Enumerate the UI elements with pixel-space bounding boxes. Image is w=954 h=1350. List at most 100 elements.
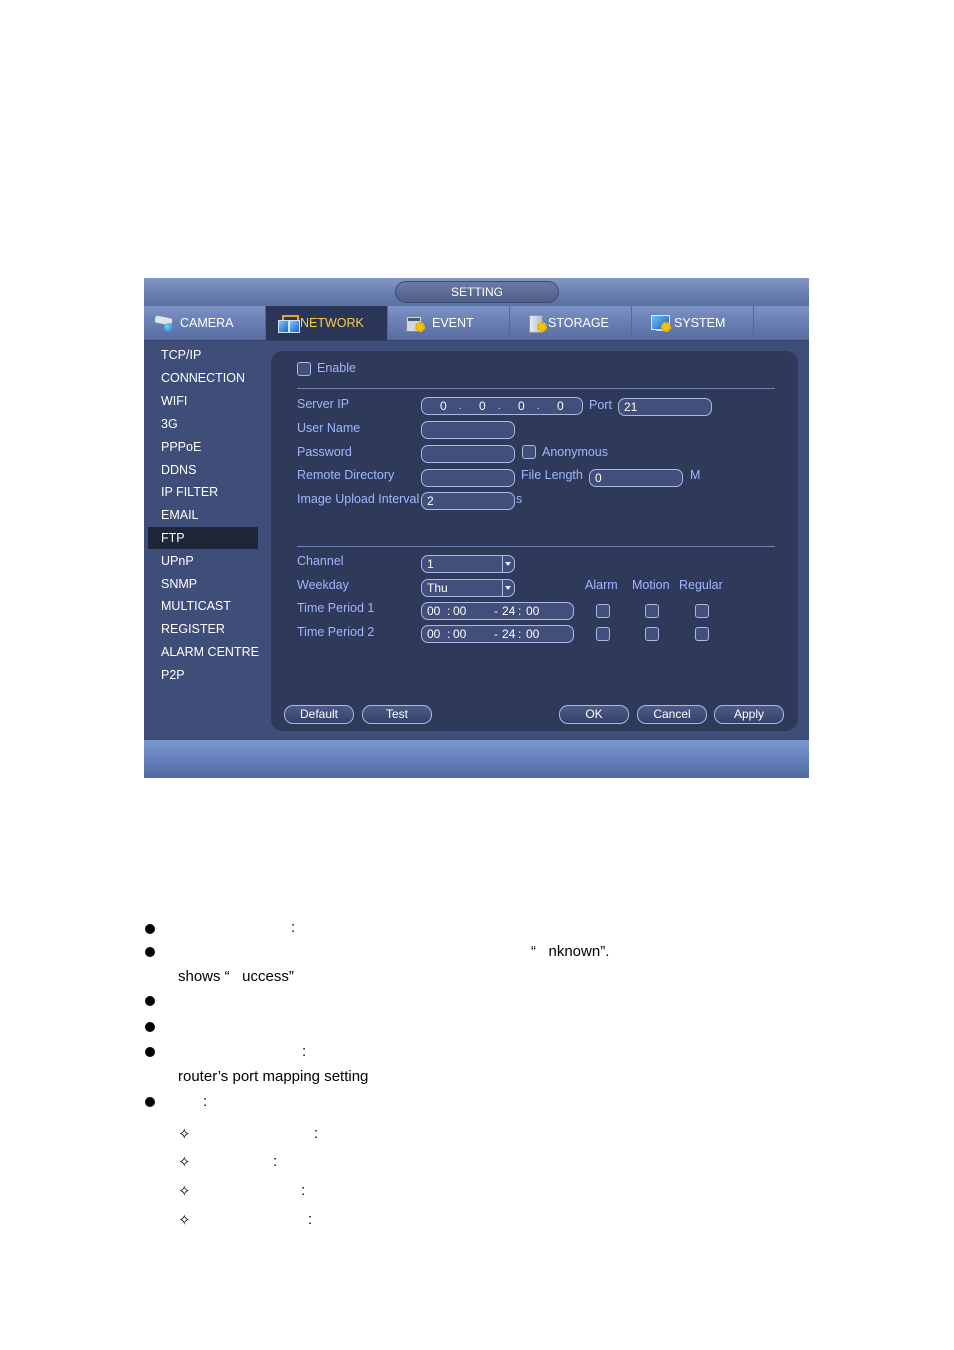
- file-length-input[interactable]: 0: [589, 469, 683, 487]
- tab-event-label: EVENT: [432, 316, 474, 330]
- user-name-label: User Name: [297, 421, 361, 435]
- sidebar-item-ftp[interactable]: FTP: [148, 527, 258, 549]
- anonymous-label: Anonymous: [542, 445, 609, 459]
- time-separator: :: [447, 604, 451, 618]
- doc-line-6: router’s port mapping setting: [178, 1068, 369, 1085]
- period-1-regular-checkbox[interactable]: [695, 604, 709, 618]
- tab-storage[interactable]: STORAGE: [510, 306, 632, 340]
- ip-dot: .: [537, 401, 540, 411]
- ok-button[interactable]: OK: [559, 705, 629, 724]
- divider: [297, 546, 775, 547]
- period-2-regular-checkbox[interactable]: [695, 627, 709, 641]
- period-2-motion-checkbox[interactable]: [645, 627, 659, 641]
- network-icon: [278, 314, 300, 333]
- chevron-down-icon: [502, 580, 514, 596]
- doc-line-2-tail: “ nknown”.: [531, 943, 610, 960]
- ip-octet-2: 0: [479, 399, 486, 413]
- tab-camera[interactable]: CAMERA: [144, 306, 266, 340]
- sidebar-item-tcpip[interactable]: TCP/IP: [148, 344, 258, 366]
- start-hour: 00: [427, 627, 441, 641]
- bullet-icon: [145, 996, 155, 1006]
- apply-button[interactable]: Apply: [714, 705, 784, 724]
- bullet-icon: [145, 1047, 155, 1057]
- end-minute: 00: [526, 604, 540, 618]
- file-length-unit: M: [690, 468, 701, 482]
- chevron-down-icon: [502, 556, 514, 572]
- settings-window: SETTING CAMERA NETWORK EVENT STORAGE SYS…: [144, 278, 809, 778]
- sidebar-item-wifi[interactable]: WIFI: [148, 390, 258, 412]
- port-label: Port: [589, 398, 612, 412]
- sub-line-3-colon: :: [301, 1182, 306, 1199]
- camera-icon: [154, 314, 176, 332]
- window-title: SETTING: [395, 281, 559, 303]
- sidebar-item-3g[interactable]: 3G: [148, 413, 258, 435]
- doc-line-1-colon: :: [291, 919, 296, 936]
- time-period-2-input[interactable]: 00 : 00 - 24 : 00: [421, 625, 574, 643]
- upload-interval-unit: s: [516, 492, 523, 506]
- ftp-settings-panel: Enable Server IP 0 . 0 . 0 . 0 Port 21 U…: [271, 351, 798, 731]
- sidebar-item-p2p[interactable]: P2P: [148, 664, 258, 686]
- sidebar-item-pppoe[interactable]: PPPoE: [148, 436, 258, 458]
- bullet-icon: [145, 947, 155, 957]
- channel-select[interactable]: 1: [421, 555, 515, 573]
- server-ip-label: Server IP: [297, 397, 350, 411]
- bullet-icon: [145, 1097, 155, 1107]
- ip-octet-3: 0: [518, 399, 525, 413]
- tab-network-label: NETWORK: [300, 316, 364, 330]
- time-separator: :: [518, 604, 522, 618]
- period-1-alarm-checkbox[interactable]: [596, 604, 610, 618]
- end-hour: 24: [502, 627, 516, 641]
- password-label: Password: [297, 445, 352, 459]
- sidebar-item-multicast[interactable]: MULTICAST: [148, 595, 258, 617]
- enable-checkbox[interactable]: [297, 362, 311, 376]
- port-input[interactable]: 21: [618, 398, 712, 416]
- period-2-alarm-checkbox[interactable]: [596, 627, 610, 641]
- tab-system-label: SYSTEM: [674, 316, 726, 330]
- ip-dot: .: [459, 401, 462, 411]
- end-hour: 24: [502, 604, 516, 618]
- channel-value: 1: [427, 557, 434, 571]
- test-button[interactable]: Test: [362, 705, 432, 724]
- sidebar-item-connection[interactable]: CONNECTION: [148, 367, 258, 389]
- range-separator: -: [494, 604, 498, 618]
- doc-line-3: shows “ uccess”: [178, 968, 294, 985]
- start-hour: 00: [427, 604, 441, 618]
- user-name-input[interactable]: [421, 421, 515, 439]
- sidebar-item-ddns[interactable]: DDNS: [148, 459, 258, 481]
- time-period-1-label: Time Period 1: [297, 601, 375, 615]
- sub-bullet-icon: ✧: [178, 1126, 191, 1143]
- default-button[interactable]: Default: [284, 705, 354, 724]
- sub-line-4-colon: :: [308, 1211, 313, 1228]
- time-period-1-input[interactable]: 00 : 00 - 24 : 00: [421, 602, 574, 620]
- sidebar-item-upnp[interactable]: UPnP: [148, 550, 258, 572]
- doc-line-5-colon: :: [302, 1043, 307, 1060]
- sidebar-item-ip-filter[interactable]: IP FILTER: [148, 481, 258, 503]
- anonymous-checkbox[interactable]: [522, 445, 536, 459]
- tab-network[interactable]: NETWORK: [266, 306, 388, 340]
- remote-directory-input[interactable]: [421, 469, 515, 487]
- range-separator: -: [494, 627, 498, 641]
- server-ip-input[interactable]: 0 . 0 . 0 . 0: [421, 397, 583, 415]
- image-upload-interval-input[interactable]: 2: [421, 492, 515, 510]
- sidebar-item-email[interactable]: EMAIL: [148, 504, 258, 526]
- cancel-button[interactable]: Cancel: [637, 705, 707, 724]
- start-minute: 00: [453, 627, 467, 641]
- bullet-icon: [145, 1022, 155, 1032]
- end-minute: 00: [526, 627, 540, 641]
- sidebar-item-snmp[interactable]: SNMP: [148, 573, 258, 595]
- sidebar-item-register[interactable]: REGISTER: [148, 618, 258, 640]
- column-alarm: Alarm: [585, 578, 618, 592]
- time-separator: :: [447, 627, 451, 641]
- period-1-motion-checkbox[interactable]: [645, 604, 659, 618]
- system-icon: [650, 314, 672, 332]
- sidebar-item-alarm-centre[interactable]: ALARM CENTRE: [148, 641, 259, 663]
- tab-system[interactable]: SYSTEM: [632, 306, 754, 340]
- bullet-icon: [145, 924, 155, 934]
- password-input[interactable]: [421, 445, 515, 463]
- column-motion: Motion: [632, 578, 670, 592]
- sub-line-1-colon: :: [314, 1125, 319, 1142]
- file-length-label: File Length: [521, 468, 583, 482]
- tab-event[interactable]: EVENT: [388, 306, 510, 340]
- sub-bullet-icon: ✧: [178, 1154, 191, 1171]
- weekday-select[interactable]: Thu: [421, 579, 515, 597]
